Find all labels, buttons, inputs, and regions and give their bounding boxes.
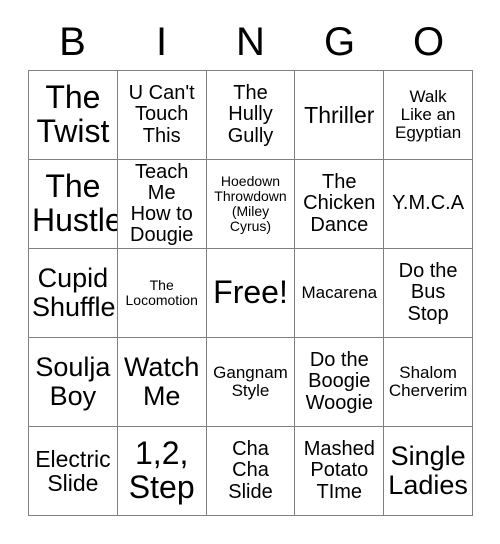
bingo-square-label: Single Ladies: [388, 441, 468, 500]
bingo-square-label: U Can't Touch This: [128, 82, 195, 147]
bingo-square-label: Teach Me How to Dougie: [130, 160, 194, 247]
bingo-square[interactable]: 1,2, Step: [117, 427, 207, 516]
bingo-square[interactable]: Single Ladies: [384, 427, 473, 516]
header-letter-n: N: [236, 20, 265, 64]
bingo-square-label: Walk Like an Egyptian: [395, 86, 462, 142]
bingo-square-label: 1,2, Step: [128, 435, 195, 505]
bingo-grid: The Twist U Can't Touch This The Hully G…: [28, 70, 473, 516]
bingo-square[interactable]: Y.M.C.A: [384, 160, 473, 249]
bingo-square-label: Shalom Cherverim: [388, 362, 468, 400]
bingo-free-square-label: Free!: [213, 274, 288, 311]
bingo-square-label: Y.M.C.A: [392, 192, 465, 215]
bingo-square[interactable]: Walk Like an Egyptian: [384, 71, 473, 160]
bingo-square[interactable]: The Hustle: [29, 160, 118, 249]
bingo-square-label: Cupid Shuffle: [32, 263, 116, 322]
bingo-square-label: Soulja Boy: [35, 352, 111, 411]
bingo-square[interactable]: Macarena: [295, 249, 385, 338]
bingo-free-square[interactable]: Free!: [206, 249, 296, 338]
bingo-square[interactable]: Teach Me How to Dougie: [117, 160, 207, 249]
header-letter-i: I: [155, 20, 168, 64]
bingo-square[interactable]: Electric Slide: [29, 427, 118, 516]
bingo-square-label: Do the Bus Stop: [398, 260, 458, 325]
bingo-square-label: Do the Boogie Woogie: [305, 349, 374, 414]
bingo-square-label: The Locomotion: [125, 277, 198, 308]
header-letter-o: O: [412, 20, 445, 64]
bingo-square-label: Gangnam Style: [213, 362, 288, 400]
bingo-square-label: The Hully Gully: [227, 82, 274, 147]
bingo-square[interactable]: Do the Boogie Woogie: [295, 338, 385, 427]
bingo-square-label: Hoedown Throwdown (Miley Cyrus): [214, 173, 287, 234]
bingo-square[interactable]: The Chicken Dance: [295, 160, 385, 249]
bingo-square[interactable]: The Hully Gully: [206, 71, 296, 160]
bingo-square-label: Thriller: [304, 101, 375, 128]
bingo-square-label: The Twist: [36, 79, 110, 149]
bingo-square[interactable]: The Twist: [29, 71, 118, 160]
bingo-square[interactable]: Shalom Cherverim: [384, 338, 473, 427]
bingo-square-label: The Chicken Dance: [303, 171, 376, 236]
bingo-square-label: Macarena: [301, 282, 378, 302]
bingo-square[interactable]: U Can't Touch This: [117, 71, 207, 160]
header-letter-b: B: [59, 20, 86, 64]
bingo-card: B I N G O The Twist U Can't Touch This T…: [0, 0, 500, 544]
bingo-square[interactable]: Thriller: [295, 71, 385, 160]
bingo-square[interactable]: Cha Cha Slide: [206, 427, 296, 516]
bingo-square-label: Mashed Potato TIme: [303, 438, 375, 503]
bingo-square[interactable]: Soulja Boy: [29, 338, 118, 427]
bingo-square[interactable]: Do the Bus Stop: [384, 249, 473, 338]
bingo-square[interactable]: Gangnam Style: [206, 338, 296, 427]
header-letter-g: G: [323, 20, 356, 64]
bingo-square-label: Cha Cha Slide: [228, 438, 273, 503]
bingo-header-row: B I N G O: [28, 14, 473, 70]
bingo-square-label: Electric Slide: [35, 445, 111, 496]
bingo-square[interactable]: The Locomotion: [117, 249, 207, 338]
bingo-square[interactable]: Watch Me: [117, 338, 207, 427]
bingo-square[interactable]: Hoedown Throwdown (Miley Cyrus): [206, 160, 296, 249]
bingo-square-label: Watch Me: [123, 352, 200, 411]
bingo-square[interactable]: Cupid Shuffle: [29, 249, 118, 338]
bingo-square[interactable]: Mashed Potato TIme: [295, 427, 385, 516]
bingo-square-label: The Hustle: [32, 168, 118, 238]
